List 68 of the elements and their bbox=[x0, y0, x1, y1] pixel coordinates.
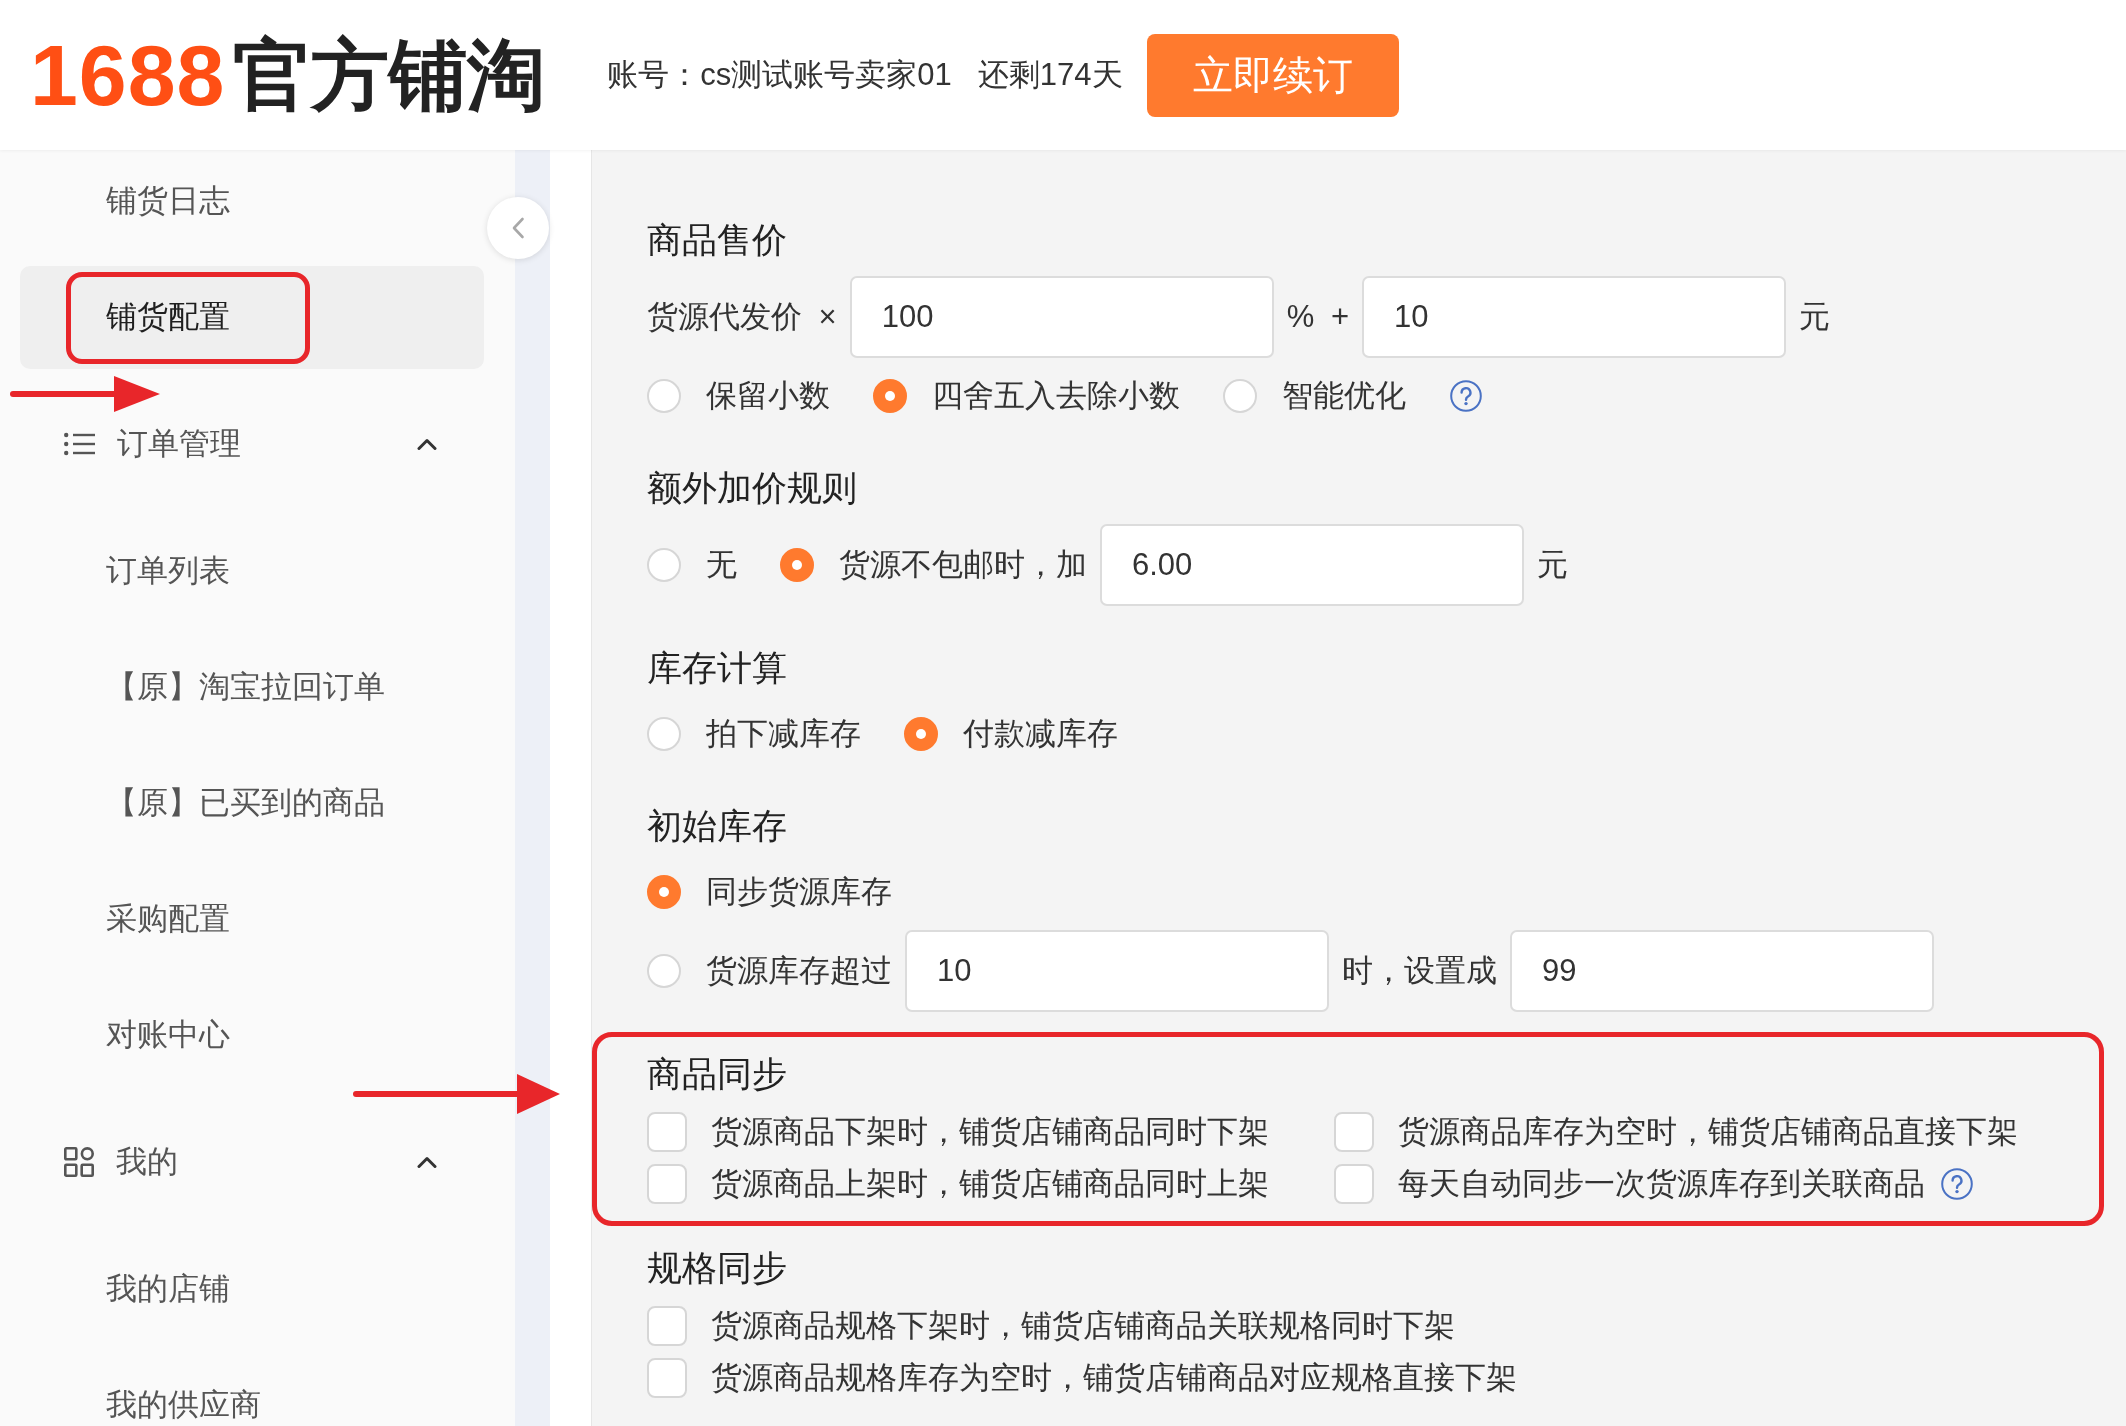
checkbox[interactable] bbox=[647, 1358, 687, 1398]
radio-label[interactable]: 货源不包邮时，加 bbox=[839, 545, 1087, 585]
logo-title: 官方铺淘 bbox=[233, 36, 546, 114]
sidebar-item[interactable]: 铺货日志 bbox=[106, 181, 230, 221]
radio-button[interactable] bbox=[647, 954, 681, 988]
checkbox-label[interactable]: 每天自动同步一次货源库存到关联商品 bbox=[1398, 1164, 1925, 1204]
radio-label[interactable]: 付款减库存 bbox=[963, 714, 1118, 754]
radio-label[interactable]: 同步货源库存 bbox=[706, 872, 892, 912]
sidebar-item[interactable]: 铺货配置 bbox=[20, 265, 484, 369]
section-title: 额外加价规则 bbox=[647, 467, 857, 509]
logo-number: 1688 bbox=[30, 32, 226, 118]
checkbox[interactable] bbox=[647, 1112, 687, 1152]
number-input[interactable]: 99 bbox=[1510, 930, 1934, 1012]
checkbox-label[interactable]: 货源商品规格下架时，铺货店铺商品关联规格同时下架 bbox=[711, 1306, 1455, 1346]
radio-button[interactable] bbox=[873, 379, 907, 413]
sidebar-item[interactable]: 【原】淘宝拉回订单 bbox=[106, 667, 385, 707]
apps-icon bbox=[64, 1147, 94, 1177]
sidebar-item[interactable]: 我的店铺 bbox=[106, 1269, 230, 1309]
remaining-days-text: 还剩174天 bbox=[977, 56, 1123, 94]
radio-label[interactable]: 保留小数 bbox=[706, 376, 830, 416]
section-title: 初始库存 bbox=[647, 805, 787, 847]
chevron-up-icon[interactable] bbox=[417, 438, 437, 450]
section-title: 库存计算 bbox=[647, 647, 787, 689]
chevron-left-icon bbox=[511, 217, 525, 239]
help-icon[interactable] bbox=[1450, 380, 1482, 412]
checkbox-label[interactable]: 货源商品库存为空时，铺货店铺商品直接下架 bbox=[1398, 1112, 2018, 1152]
section-title: 商品售价 bbox=[647, 219, 787, 261]
checkbox[interactable] bbox=[647, 1164, 687, 1204]
radio-label[interactable]: 拍下减库存 bbox=[706, 714, 861, 754]
checkbox[interactable] bbox=[1334, 1164, 1374, 1204]
checkbox-label[interactable]: 货源商品下架时，铺货店铺商品同时下架 bbox=[711, 1112, 1269, 1152]
radio-button[interactable] bbox=[647, 379, 681, 413]
chevron-up-icon[interactable] bbox=[417, 1156, 437, 1168]
list-icon bbox=[64, 432, 95, 456]
radio-button[interactable] bbox=[904, 717, 938, 751]
sidebar-item[interactable]: 采购配置 bbox=[106, 899, 230, 939]
field-label: 元 bbox=[1799, 298, 1830, 336]
radio-button[interactable] bbox=[1223, 379, 1257, 413]
account-text: 账号：cs测试账号卖家01 bbox=[607, 56, 952, 94]
radio-button[interactable] bbox=[647, 717, 681, 751]
checkbox[interactable] bbox=[1334, 1112, 1374, 1152]
radio-button[interactable] bbox=[647, 875, 681, 909]
field-label: 元 bbox=[1537, 546, 1568, 584]
menu-group-header[interactable]: 订单管理 bbox=[64, 424, 437, 464]
field-label: 货源代发价 × bbox=[647, 298, 837, 336]
menu-group-header[interactable]: 我的 bbox=[64, 1142, 437, 1182]
checkbox-label[interactable]: 货源商品规格库存为空时，铺货店铺商品对应规格直接下架 bbox=[711, 1358, 1517, 1398]
radio-button[interactable] bbox=[780, 548, 814, 582]
sidebar-item[interactable]: 【原】已买到的商品 bbox=[106, 783, 385, 823]
number-input[interactable]: 10 bbox=[905, 930, 1329, 1012]
number-input[interactable]: 100 bbox=[849, 276, 1274, 358]
sidebar-item[interactable]: 对账中心 bbox=[106, 1015, 230, 1055]
radio-label[interactable]: 货源库存超过 bbox=[706, 951, 892, 991]
radio-label[interactable]: 四舍五入去除小数 bbox=[932, 376, 1180, 416]
field-label: 时，设置成 bbox=[1342, 952, 1497, 990]
help-icon[interactable] bbox=[1941, 1168, 1973, 1200]
section-title: 商品同步 bbox=[647, 1053, 787, 1095]
sidebar-item[interactable]: 订单列表 bbox=[106, 551, 230, 591]
radio-button[interactable] bbox=[647, 548, 681, 582]
number-input[interactable]: 6.00 bbox=[1100, 524, 1524, 606]
sidebar-item[interactable]: 我的供应商 bbox=[106, 1385, 261, 1425]
radio-label[interactable]: 智能优化 bbox=[1282, 376, 1406, 416]
section-title: 规格同步 bbox=[647, 1247, 787, 1289]
radio-label[interactable]: 无 bbox=[706, 545, 737, 585]
field-label: % + bbox=[1286, 298, 1349, 336]
checkbox-label[interactable]: 货源商品上架时，铺货店铺商品同时上架 bbox=[711, 1164, 1269, 1204]
number-input[interactable]: 10 bbox=[1362, 276, 1786, 358]
checkbox[interactable] bbox=[647, 1306, 687, 1346]
